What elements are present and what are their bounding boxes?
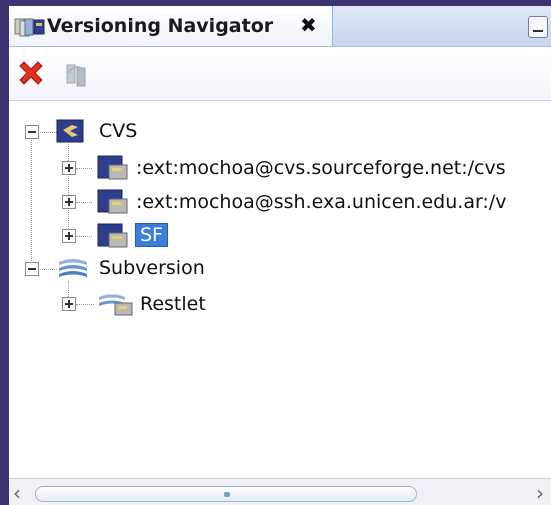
tab-title: Versioning Navigator [47,15,274,37]
cvs-repository-icon [97,155,128,180]
subversion-icon [59,259,87,277]
expand-icon[interactable] [62,161,76,175]
tree-node-label-selected: SF [135,223,168,247]
cvs-icon [56,119,84,143]
tree-node-label: Subversion [99,257,205,279]
tree-node-label: Restlet [140,293,206,315]
minimize-button[interactable] [528,16,548,38]
scroll-right-icon[interactable]: › [536,481,544,505]
versioning-navigator-panel: Versioning Navigator ✖ CVS:ext:mochoa@c… [9,6,551,505]
refresh-icon[interactable] [61,59,93,91]
collapse-icon[interactable] [25,125,39,139]
scroll-left-icon[interactable]: ‹ [13,481,21,505]
collapse-icon[interactable] [25,262,39,276]
close-icon[interactable]: ✖ [300,13,317,37]
versioning-tree: CVS :ext:mochoa@cvs.sourceforge.net:/cvs… [9,100,551,478]
expand-icon[interactable] [62,297,76,311]
expand-icon[interactable] [62,229,76,243]
horizontal-scrollbar[interactable]: ‹ › [9,478,551,505]
tree-node-label: :ext:mochoa@cvs.sourceforge.net:/cvs [136,157,506,179]
tree-node-cvs[interactable]: CVS [9,115,551,149]
tree-connector [76,202,92,203]
subversion-repository-icon [99,294,133,316]
tab-strip: Versioning Navigator ✖ [9,6,551,47]
tab-versioning-navigator[interactable]: Versioning Navigator ✖ [9,6,333,46]
expand-icon[interactable] [62,195,76,209]
tab-strip-empty [333,6,551,46]
tree-connector [76,304,94,305]
scrollbar-thumb[interactable] [35,486,417,502]
tree-node-cvs-repository[interactable]: :ext:mochoa@ssh.exa.unicen.edu.ar:/v [9,186,551,220]
tree-connector [76,236,92,237]
scrollbar-grip [224,492,230,497]
tree-node-label: :ext:mochoa@ssh.exa.unicen.edu.ar:/v [136,191,507,213]
toolbar [9,47,551,101]
cvs-repository-icon [97,223,128,248]
cvs-repository-icon [97,189,128,214]
versioning-navigator-icon [14,18,45,37]
red-x-icon[interactable] [15,59,47,91]
tree-node-subversion-repository[interactable]: Restlet [9,288,551,322]
tree-node-subversion[interactable]: Subversion [9,252,551,286]
tree-node-cvs-repository[interactable]: :ext:mochoa@cvs.sourceforge.net:/cvs [9,152,551,186]
tree-node-cvs-repository[interactable]: SF [9,220,551,254]
tree-connector [76,168,92,169]
tree-node-label: CVS [99,120,138,142]
